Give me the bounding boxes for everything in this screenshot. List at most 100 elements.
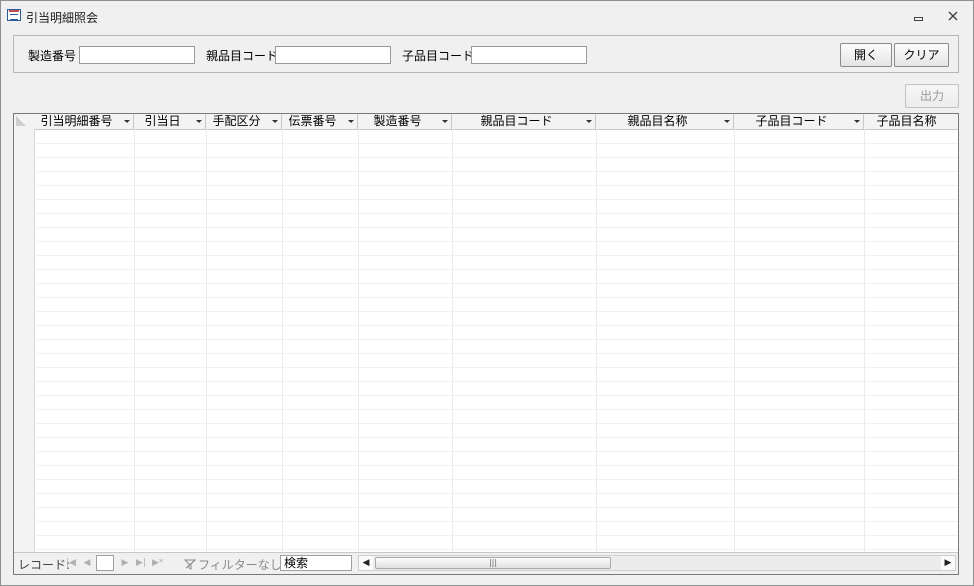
seizo-bango-label: 製造番号 [28, 49, 77, 63]
column-divider [596, 129, 597, 552]
row-divider [34, 185, 958, 186]
row-divider [34, 171, 958, 172]
window-title: 引当明細照会 [26, 11, 99, 25]
sort-dropdown-icon[interactable] [854, 120, 860, 123]
row-divider [34, 437, 958, 438]
horizontal-scrollbar[interactable]: ◀ ||| ▶ [358, 555, 956, 571]
row-divider [34, 227, 958, 228]
new-record-icon[interactable]: ▶* [152, 558, 163, 568]
row-divider [34, 409, 958, 410]
row-divider [34, 507, 958, 508]
sort-dropdown-icon[interactable] [124, 120, 130, 123]
row-divider [34, 255, 958, 256]
form-window: 引当明細照会 製造番号 親品目コード 子品目コード 開く クリア 出力 引当明細… [0, 0, 974, 586]
row-divider [34, 283, 958, 284]
column-header[interactable]: 引当明細番号 [34, 114, 134, 129]
row-divider [34, 395, 958, 396]
record-selector-column[interactable] [14, 114, 35, 574]
sort-dropdown-icon[interactable] [442, 120, 448, 123]
column-divider [134, 129, 135, 552]
column-header-label: 引当明細番号 [40, 114, 113, 128]
sort-dropdown-icon[interactable] [348, 120, 354, 123]
minimize-button[interactable] [907, 7, 931, 25]
row-divider [34, 269, 958, 270]
row-divider [34, 199, 958, 200]
column-header-label: 製造番号 [373, 114, 422, 128]
first-record-icon[interactable]: |◀ [66, 558, 76, 568]
filter-toggle[interactable]: フィルターなし [183, 556, 282, 573]
ko-hinmoku-label: 子品目コード [402, 49, 475, 63]
search-panel: 製造番号 親品目コード 子品目コード 開く クリア [13, 35, 959, 73]
column-divider [358, 129, 359, 552]
filter-off-icon [183, 559, 197, 570]
column-header-label: 子品目コード [755, 114, 828, 128]
ko-hinmoku-input[interactable] [471, 46, 587, 64]
oya-hinmoku-label: 親品目コード [206, 49, 279, 63]
clear-button[interactable]: クリア [894, 43, 949, 67]
select-all-corner[interactable] [16, 116, 26, 126]
column-divider [864, 129, 865, 552]
row-divider [34, 521, 958, 522]
column-header-label: 親品目名称 [627, 114, 688, 128]
column-header[interactable]: 引当日 [134, 114, 206, 129]
row-divider [34, 241, 958, 242]
filter-label: フィルターなし [198, 558, 282, 572]
column-header[interactable]: 親品目コード [452, 114, 596, 129]
datasheet-grid[interactable]: 引当明細番号 引当日 手配区分 伝票番号 製造番号 親品目コード 親品目名称 子品目コード 子品… [13, 113, 959, 575]
output-button[interactable]: 出力 [905, 84, 959, 108]
row-divider [34, 339, 958, 340]
column-header[interactable]: 手配区分 [206, 114, 282, 129]
row-divider [34, 423, 958, 424]
row-divider [34, 143, 958, 144]
sort-dropdown-icon[interactable] [196, 120, 202, 123]
column-divider [734, 129, 735, 552]
row-divider [34, 451, 958, 452]
scroll-right-icon[interactable]: ▶ [941, 556, 955, 570]
seizo-bango-input[interactable] [79, 46, 195, 64]
minimize-icon [914, 17, 923, 21]
column-divider [206, 129, 207, 552]
navigation-bar: レコード: |◀ ◀ ▶ ▶| ▶* フィルターなし 検索 ◀ ||| ▶ [14, 552, 958, 574]
column-header[interactable]: 子品目名称 [864, 114, 958, 129]
title-bar: 引当明細照会 [1, 1, 973, 31]
scroll-thumb[interactable]: ||| [375, 557, 611, 569]
row-divider [34, 381, 958, 382]
column-divider [452, 129, 453, 552]
column-header[interactable]: 子品目コード [734, 114, 864, 129]
row-divider [34, 325, 958, 326]
close-icon [948, 11, 958, 21]
grid-header: 引当明細番号 引当日 手配区分 伝票番号 製造番号 親品目コード 親品目名称 子品目コード 子品… [34, 114, 958, 130]
sort-dropdown-icon[interactable] [586, 120, 592, 123]
sort-dropdown-icon[interactable] [724, 120, 730, 123]
open-button[interactable]: 開く [840, 43, 892, 67]
column-header[interactable]: 親品目名称 [596, 114, 734, 129]
row-divider [34, 311, 958, 312]
column-header-label: 手配区分 [212, 114, 261, 128]
column-header[interactable]: 伝票番号 [282, 114, 358, 129]
row-divider [34, 367, 958, 368]
row-divider [34, 549, 958, 550]
row-divider [34, 297, 958, 298]
column-header-label: 引当日 [144, 114, 181, 128]
column-header-label: 子品目名称 [876, 114, 937, 128]
column-header[interactable]: 製造番号 [358, 114, 452, 129]
record-label: レコード: [18, 558, 71, 572]
oya-hinmoku-input[interactable] [275, 46, 391, 64]
search-box[interactable]: 検索 [280, 555, 352, 571]
close-button[interactable] [941, 7, 965, 25]
scroll-left-icon[interactable]: ◀ [359, 556, 373, 570]
current-record-input[interactable] [96, 555, 114, 571]
row-divider [34, 157, 958, 158]
next-record-icon[interactable]: ▶ [120, 558, 130, 568]
row-divider [34, 465, 958, 466]
column-header-label: 伝票番号 [288, 114, 337, 128]
form-icon [7, 9, 21, 21]
row-divider [34, 353, 958, 354]
sort-dropdown-icon[interactable] [272, 120, 278, 123]
column-header-label: 親品目コード [480, 114, 553, 128]
previous-record-icon[interactable]: ◀ [82, 558, 92, 568]
row-divider [34, 213, 958, 214]
last-record-icon[interactable]: ▶| [136, 558, 146, 568]
column-divider [282, 129, 283, 552]
row-divider [34, 479, 958, 480]
